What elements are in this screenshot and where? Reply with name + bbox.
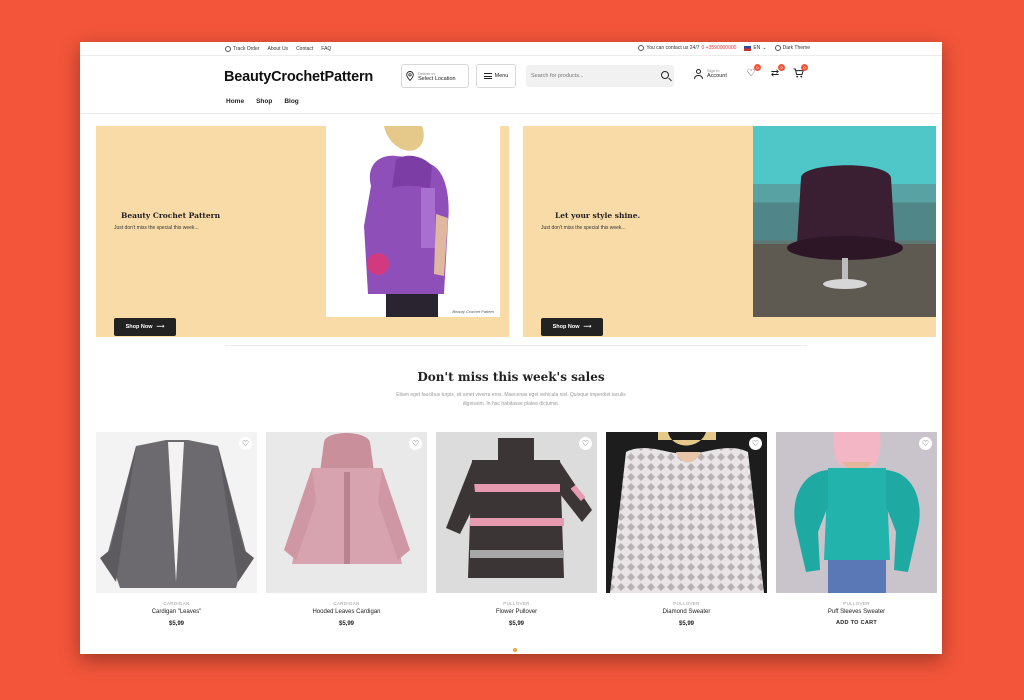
top-right: You can contact us 24/7 0 +3590000000 EN… — [638, 45, 810, 51]
heart-icon[interactable]: ♡ — [579, 437, 592, 450]
site-logo[interactable]: BeautyCrochetPattern — [224, 69, 373, 85]
product-image[interactable]: ♡ — [606, 432, 767, 593]
main-nav: Home Shop Blog — [80, 96, 942, 114]
language-selector[interactable]: EN ⌄ — [744, 45, 767, 51]
product-card[interactable]: ♡ CARDIGAN Cardigan "Leaves" $5,99 — [96, 432, 257, 627]
product-image[interactable]: ♡ — [436, 432, 597, 593]
product-card[interactable]: ♡ PULLOVER Flower Pullover $5,99 — [436, 432, 597, 627]
banner-title: Beauty Crochet Pattern — [121, 211, 221, 220]
banner-image-crochet-hat — [753, 126, 936, 317]
shop-now-button[interactable]: Shop Now ⟶ — [114, 318, 176, 336]
product-image[interactable]: ♡ — [266, 432, 427, 593]
section-title: Don't miss this week's sales — [417, 370, 605, 384]
contact-info: You can contact us 24/7 0 +3590000000 — [638, 45, 736, 51]
location-value: Select Location — [418, 75, 456, 82]
product-price: $5,99 — [338, 621, 354, 627]
shop-now-button[interactable]: Shop Now ⟶ — [541, 318, 603, 336]
phone-number[interactable]: 0 +3590000000 — [702, 45, 737, 51]
product-name[interactable]: Diamond Sweater — [606, 609, 767, 615]
product-category: CARDIGAN — [333, 601, 360, 606]
turquoise-sweater-illustration — [794, 432, 920, 593]
nav-item-blog[interactable]: Blog — [284, 98, 298, 105]
location-selector[interactable]: Deliver to Select Location — [401, 64, 469, 88]
search-bar — [526, 65, 674, 87]
grey-cardigan-illustration — [100, 440, 254, 588]
banner-title: Let your style shine. — [555, 211, 641, 220]
search-icon[interactable] — [661, 71, 669, 79]
arrow-right-icon: ⟶ — [583, 324, 592, 330]
section-divider — [225, 345, 807, 346]
product-card[interactable]: ♡ PULLOVER Diamond Sweater $5,99 — [606, 432, 767, 627]
track-order-link[interactable]: Track Order — [225, 46, 259, 52]
cart-button[interactable]: 0 — [792, 64, 808, 80]
account-link[interactable]: Sign In Account — [694, 68, 727, 79]
promo-banner-2[interactable]: Let your style shine. Just don't miss th… — [523, 126, 936, 337]
product-card[interactable]: ♡ CARDIGAN Hooded Leaves Cardigan $5,99 — [266, 432, 427, 627]
striped-pullover-illustration — [446, 438, 592, 578]
product-category: PULLOVER — [503, 601, 530, 606]
product-category: CARDIGAN — [163, 601, 190, 606]
about-us-link[interactable]: About Us — [267, 46, 288, 52]
product-name[interactable]: Flower Pullover — [436, 609, 597, 615]
arrow-right-icon: ⟶ — [156, 324, 165, 330]
wishlist-button[interactable]: ♡ 0 — [745, 64, 761, 80]
diamond-sweater-illustration — [610, 432, 764, 593]
product-price: $5,99 — [168, 621, 184, 627]
package-icon — [225, 46, 231, 52]
search-input[interactable] — [526, 73, 646, 79]
section-subtitle: Etiam eget faucibus turpis, sit amet viv… — [396, 392, 626, 407]
theme-icon — [774, 45, 781, 51]
product-name[interactable]: Cardigan "Leaves" — [96, 609, 257, 615]
hamburger-icon — [483, 73, 492, 79]
chevron-down-icon: ⌄ — [762, 45, 767, 51]
nav-item-home[interactable]: Home — [226, 98, 244, 105]
banner-caption: Beauty Crochet Pattern — [452, 309, 494, 314]
menu-button[interactable]: Menu — [476, 64, 516, 88]
top-bar: Track Order About Us Contact FAQ You can… — [80, 42, 942, 56]
heart-icon[interactable]: ♡ — [919, 437, 932, 450]
carousel-indicator[interactable] — [513, 648, 517, 652]
account-label: Account — [707, 73, 727, 79]
contact-link[interactable]: Contact — [296, 46, 313, 52]
product-image[interactable]: ♡ — [96, 432, 257, 593]
promo-banner-1[interactable]: Beauty Crochet Pattern Just don't miss t… — [96, 126, 509, 337]
faq-link[interactable]: FAQ — [321, 46, 331, 52]
purple-hat-illustration — [753, 165, 936, 289]
heart-icon[interactable]: ♡ — [409, 437, 422, 450]
pink-hooded-cardigan-illustration — [284, 433, 410, 564]
header: BeautyCrochetPattern Deliver to Select L… — [80, 56, 942, 96]
banner-image-hooded-vest: Beauty Crochet Pattern — [326, 126, 500, 317]
browser-page: Track Order About Us Contact FAQ You can… — [80, 42, 942, 654]
nav-item-shop[interactable]: Shop — [256, 98, 272, 105]
compare-count: 0 — [778, 64, 785, 71]
product-price: $5,99 — [678, 621, 694, 627]
flag-icon — [744, 45, 752, 51]
girl-in-purple-vest-illustration — [364, 126, 449, 317]
banner-subtitle: Just don't miss the special this week... — [541, 225, 626, 231]
user-icon — [694, 68, 703, 79]
cart-count: 0 — [801, 64, 808, 71]
product-name[interactable]: Puff Sleeves Sweater — [776, 609, 937, 615]
heart-icon[interactable]: ♡ — [749, 437, 762, 450]
location-pin-icon — [406, 71, 414, 81]
product-card[interactable]: ♡ PULLOVER Puff Sleeves Sweater ADD TO C… — [776, 432, 937, 626]
theme-toggle[interactable]: Dark Theme — [774, 45, 810, 51]
product-name[interactable]: Hooded Leaves Cardigan — [266, 609, 427, 615]
phone-icon — [638, 45, 645, 51]
product-price: $5,99 — [508, 621, 524, 627]
wishlist-count: 0 — [754, 64, 761, 71]
top-links: Track Order About Us Contact FAQ — [225, 46, 331, 52]
product-category: PULLOVER — [673, 601, 700, 606]
product-category: PULLOVER — [843, 601, 870, 606]
add-to-cart-button[interactable]: ADD TO CART — [776, 620, 937, 626]
heart-icon[interactable]: ♡ — [239, 437, 252, 450]
product-image[interactable]: ♡ — [776, 432, 937, 593]
compare-button[interactable]: ⇄ 0 — [769, 64, 785, 80]
banner-subtitle: Just don't miss the special this week... — [114, 225, 199, 231]
